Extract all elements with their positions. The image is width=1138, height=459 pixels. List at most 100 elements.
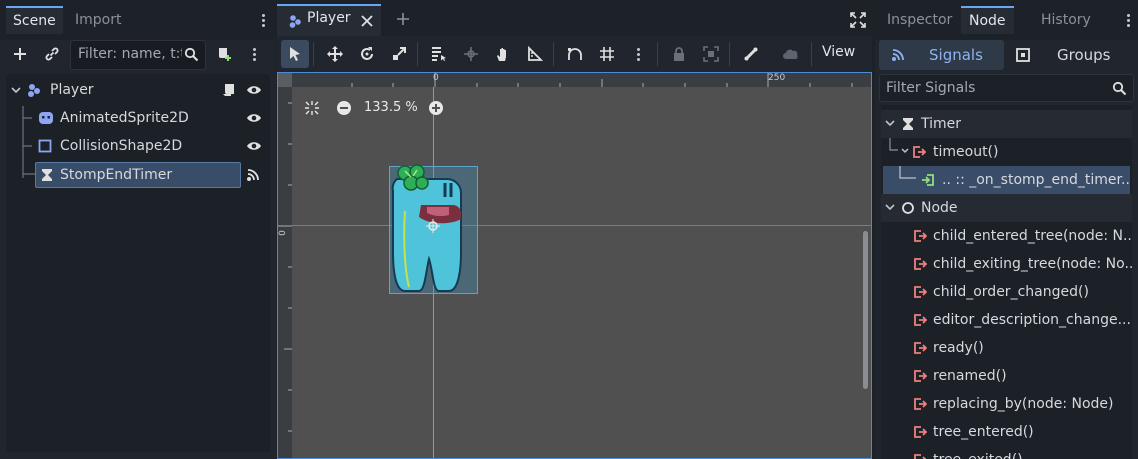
snap-icon [568, 48, 582, 60]
signal-child-exiting-tree[interactable]: child_exiting_tree(node: No... [881, 250, 1132, 278]
toolbar-separator [811, 42, 812, 66]
group-button[interactable] [697, 40, 725, 68]
ruler-label-0-vertical: 0 [277, 230, 288, 236]
signal-renamed[interactable]: renamed() [881, 362, 1132, 390]
groups-icon [1016, 48, 1030, 62]
zoom-out-icon[interactable] [336, 100, 352, 116]
visibility-eye-icon[interactable] [246, 139, 262, 153]
list-select-button[interactable] [425, 40, 453, 68]
viewport-scrollbar[interactable] [863, 231, 868, 389]
add-scene-tab-icon[interactable] [396, 12, 410, 26]
signal-timeout[interactable]: timeout() [881, 138, 1132, 166]
pan-mode-button[interactable] [489, 40, 517, 68]
move-icon [327, 46, 343, 62]
signal-emit-icon [914, 258, 927, 270]
ruler-horizontal: 0 250 [292, 73, 871, 87]
grid-icon [600, 47, 614, 61]
signal-tree-entered[interactable]: tree_entered() [881, 418, 1132, 446]
tree-row-player[interactable]: Player [26, 76, 266, 104]
signal-replacing-by[interactable]: replacing_by(node: Node) [881, 390, 1132, 418]
scene-tab-label: Player [307, 10, 351, 26]
zoom-level-label[interactable]: 133.5 % [364, 100, 418, 115]
scene-filter-input[interactable]: Filter: name, t:t [70, 40, 206, 70]
signal-emit-icon [914, 426, 927, 438]
scale-mode-button[interactable] [385, 40, 413, 68]
tree-label-animatedsprite2d: AnimatedSprite2D [60, 110, 189, 126]
signal-child-order-changed[interactable]: child_order_changed() [881, 278, 1132, 306]
cursor-arrow-icon [290, 47, 300, 61]
lock-button[interactable] [665, 40, 693, 68]
particles-button[interactable] [777, 40, 805, 68]
attach-script-button[interactable] [212, 42, 236, 66]
grid-snap-button[interactable] [593, 40, 621, 68]
signal-ready[interactable]: ready() [881, 334, 1132, 362]
script-icon[interactable] [222, 83, 236, 97]
scene-tree: Player AnimatedSprite2D CollisionShape2D [6, 74, 270, 452]
canvas-viewport[interactable]: 0 250 0 133.5 % [277, 72, 872, 459]
signal-category-node[interactable]: Node [881, 194, 1132, 222]
toolbar-separator [657, 42, 658, 66]
smart-snap-button[interactable] [561, 40, 589, 68]
signal-tree: Timer timeout() .. :: _on_stomp_end_time… [881, 105, 1132, 459]
distraction-free-icon[interactable] [850, 12, 866, 28]
list-select-icon [432, 47, 446, 61]
scene-dock-tabs: Scene Import [0, 0, 276, 40]
tab-inspector[interactable]: Inspector [879, 6, 960, 34]
signal-connected-icon[interactable] [246, 168, 260, 182]
tree-label-player: Player [50, 82, 94, 98]
visibility-eye-icon[interactable] [246, 83, 262, 97]
select-mode-button[interactable] [281, 40, 309, 68]
timer-icon [903, 118, 913, 130]
tree-row-animatedsprite2d[interactable]: AnimatedSprite2D [38, 104, 266, 132]
tab-history[interactable]: History [1033, 6, 1099, 34]
tree-row-stompendtimer[interactable]: StompEndTimer [35, 162, 241, 188]
signal-category-timer[interactable]: Timer [881, 110, 1132, 138]
move-mode-button[interactable] [321, 40, 349, 68]
skeleton-button[interactable] [737, 40, 765, 68]
tab-import[interactable]: Import [68, 6, 128, 34]
signal-connection-row[interactable]: .. :: _on_stomp_end_timer... [883, 166, 1130, 194]
view-menu-button[interactable]: View [822, 44, 855, 60]
rotate-mode-button[interactable] [353, 40, 381, 68]
signal-emit-icon [914, 398, 927, 410]
pivot-marker-icon [426, 219, 440, 233]
groups-tab-button[interactable]: Groups [1008, 40, 1134, 70]
node-dock: Inspector Node History Signals Groups Fi… [875, 0, 1138, 459]
search-icon [1112, 81, 1127, 96]
close-icon[interactable] [361, 15, 373, 27]
pivot-button[interactable] [457, 40, 485, 68]
signal-tree-exited[interactable]: tree_exited() [881, 446, 1132, 459]
scene-tree-menu-icon[interactable] [253, 46, 257, 63]
signal-emit-icon [914, 286, 927, 298]
tab-node[interactable]: Node [961, 6, 1014, 34]
ruler-mode-button[interactable] [521, 40, 549, 68]
signal-emit-icon [914, 230, 927, 242]
visibility-eye-icon[interactable] [246, 111, 262, 125]
timer-icon [42, 169, 52, 181]
right-dock-menu-icon[interactable] [1127, 12, 1131, 29]
signal-label: replacing_by(node: Node) [933, 396, 1114, 412]
pivot-icon [464, 47, 478, 61]
scene-tab-player[interactable]: Player [277, 4, 381, 36]
zoom-center-icon[interactable] [304, 100, 320, 116]
signal-filter-placeholder: Filter Signals [886, 80, 976, 96]
signal-filter-input[interactable]: Filter Signals [879, 74, 1134, 102]
signal-emit-icon [914, 454, 927, 459]
signal-label: tree_entered() [933, 424, 1034, 440]
tab-scene[interactable]: Scene [6, 6, 63, 34]
hand-icon [497, 48, 506, 61]
signal-emit-icon [913, 146, 926, 158]
instance-scene-button[interactable] [40, 42, 64, 66]
snap-options-menu-icon[interactable] [637, 46, 641, 63]
signal-label: timeout() [933, 144, 999, 160]
signal-child-entered-tree[interactable]: child_entered_tree(node: N... [881, 222, 1132, 250]
node-circle-icon [902, 202, 914, 214]
chevron-down-icon [885, 204, 895, 211]
signals-tab-button[interactable]: Signals [879, 40, 1004, 70]
signal-editor-description-changed[interactable]: editor_description_change... [881, 306, 1132, 334]
tree-row-collisionshape2d[interactable]: CollisionShape2D [38, 132, 266, 160]
zoom-in-icon[interactable] [428, 100, 444, 116]
add-node-button[interactable] [8, 42, 32, 66]
dock-menu-icon[interactable] [262, 12, 266, 29]
tree-label-stompendtimer: StompEndTimer [60, 167, 173, 183]
